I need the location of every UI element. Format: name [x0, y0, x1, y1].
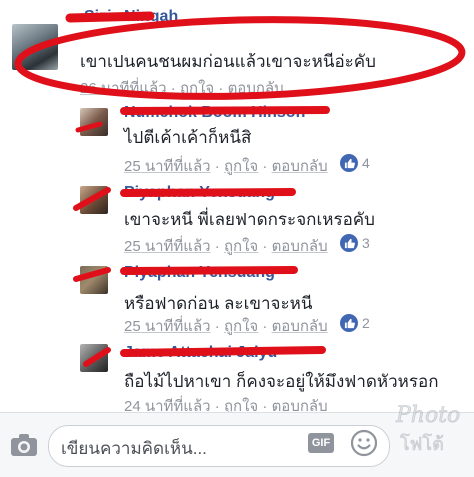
like-count-badge[interactable]: 2 — [340, 314, 370, 332]
avatar[interactable] — [80, 186, 108, 214]
like-link[interactable]: ถูกใจ — [224, 238, 258, 255]
comment-meta: 25 นาทีที่แล้ว · ถูกใจ · ตอบกลับ — [124, 238, 328, 255]
avatar[interactable] — [80, 344, 108, 372]
comment-text: ถือไม้ไปหาเขา ก็คงจะอยู่ให้มึงฟาดหัวหรอก — [124, 372, 439, 391]
like-link[interactable]: ถูกใจ — [180, 80, 214, 97]
comment-author[interactable]: Siziz Ningah — [84, 8, 178, 26]
thumbs-up-icon — [340, 314, 358, 332]
comment-time[interactable]: 26 นาทีที่แล้ว — [80, 80, 167, 97]
photo-watermark: Photo โฟโต้ — [392, 392, 470, 472]
comment-meta: 25 นาทีที่แล้ว · ถูกใจ · ตอบกลับ — [124, 318, 328, 335]
reply-link[interactable]: ตอบกลับ — [228, 80, 284, 97]
avatar[interactable] — [80, 108, 108, 136]
comment-time[interactable]: 25 นาทีที่แล้ว — [124, 158, 211, 175]
comment-author[interactable]: Piyaphan Yensuang — [124, 264, 275, 282]
like-count: 2 — [362, 315, 370, 331]
comment-text: เขาจะหนี พี่เลยฟาดกระจกเหรอคับ — [124, 210, 375, 229]
reply-link[interactable]: ตอบกลับ — [272, 238, 328, 255]
watermark-line1: Photo — [395, 403, 460, 428]
avatar[interactable] — [12, 24, 58, 70]
comment-text: เขาเปนคนชนผมก่อนแล้วเขาจะหนีอ่ะคับ — [80, 52, 376, 71]
comment-time[interactable]: 25 นาทีที่แล้ว — [124, 318, 211, 335]
camera-icon[interactable] — [10, 433, 38, 457]
like-count-badge[interactable]: 3 — [340, 234, 370, 252]
avatar[interactable] — [80, 266, 108, 294]
like-count: 3 — [362, 235, 370, 251]
like-count: 4 — [362, 155, 370, 171]
reply-link[interactable]: ตอบกลับ — [272, 318, 328, 335]
comment-input[interactable]: เขียนความคิดเห็น... — [48, 425, 390, 467]
comment-author[interactable]: Piyaphan Yensuang — [124, 184, 275, 202]
comment-meta: 26 นาทีที่แล้ว · ถูกใจ · ตอบกลับ — [80, 80, 284, 97]
watermark-line2: โฟโต้ — [400, 433, 444, 455]
gif-button[interactable]: GIF — [308, 433, 334, 453]
thumbs-up-icon — [340, 234, 358, 252]
like-link[interactable]: ถูกใจ — [224, 158, 258, 175]
comment-thread: Siziz Ningah เขาเปนคนชนผมก่อนแล้วเขาจะหน… — [0, 0, 474, 477]
comment-text: หรือฟาดก่อน ละเขาจะหนี — [124, 294, 313, 313]
comment-text: ไปตีเค้าเค้าก็หนีสิ — [124, 128, 252, 147]
thumbs-up-icon — [340, 154, 358, 172]
reply-link[interactable]: ตอบกลับ — [272, 158, 328, 175]
comment-meta: 25 นาทีที่แล้ว · ถูกใจ · ตอบกลับ — [124, 158, 328, 175]
like-count-badge[interactable]: 4 — [340, 154, 370, 172]
comment-input-placeholder: เขียนความคิดเห็น... — [61, 439, 207, 458]
smile-icon[interactable] — [350, 429, 378, 457]
comment-author[interactable]: Jame Attachai Jaiyu — [124, 344, 277, 362]
comment-author[interactable]: Numchok Boom Hinson — [124, 104, 305, 122]
like-link[interactable]: ถูกใจ — [224, 318, 258, 335]
comment-time[interactable]: 25 นาทีที่แล้ว — [124, 238, 211, 255]
